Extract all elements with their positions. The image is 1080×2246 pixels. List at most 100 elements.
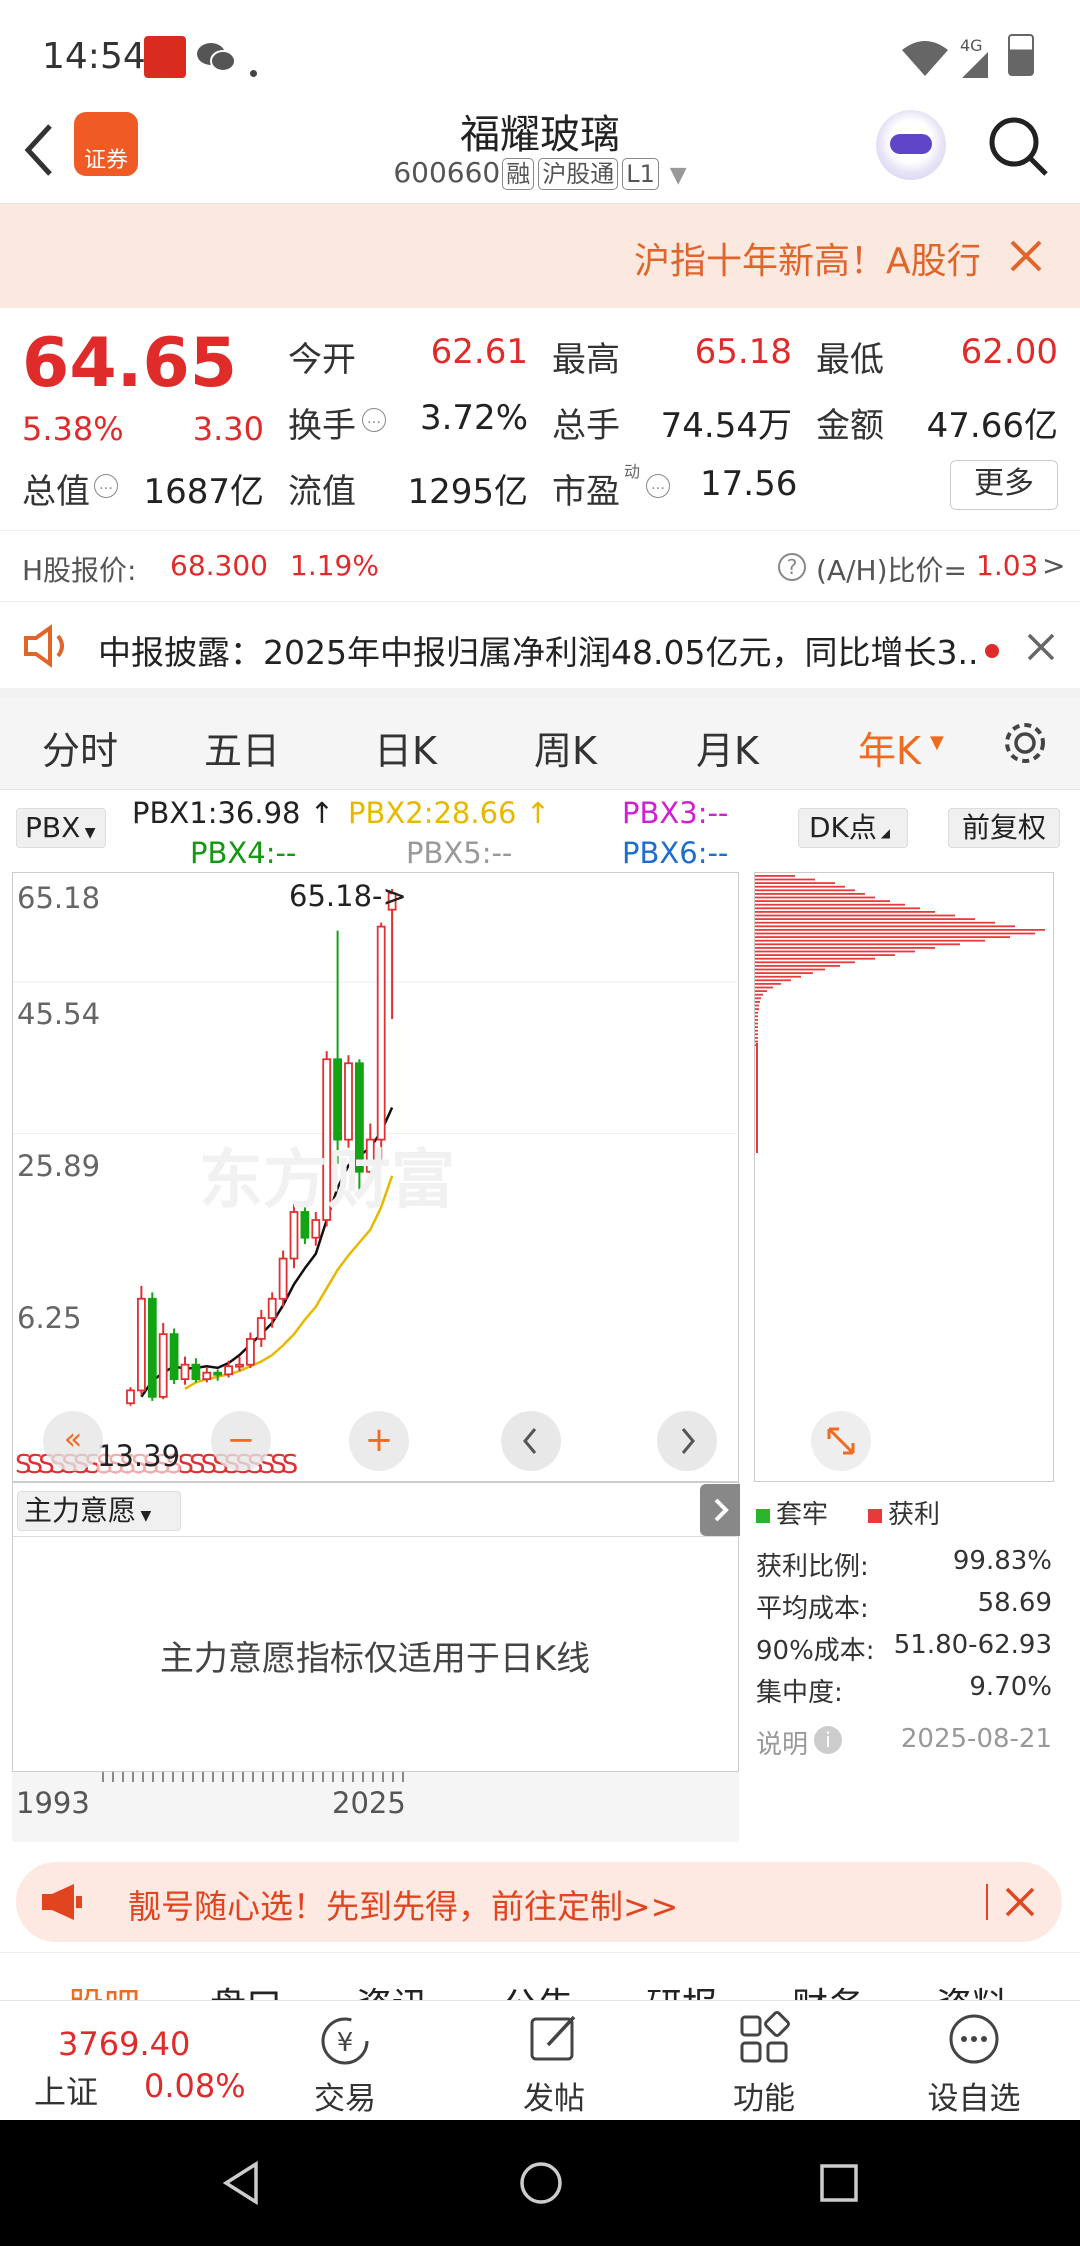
system-back-button[interactable] (216, 2158, 266, 2212)
candle-body (137, 1297, 146, 1392)
adjust-button[interactable]: 前复权 (948, 808, 1060, 848)
chip-bar (755, 921, 995, 924)
chip-note-label[interactable]: 说明 (756, 1724, 808, 1761)
banner-close-button[interactable] (1008, 238, 1044, 274)
chip-bar (755, 903, 905, 906)
tab-weekly-k[interactable]: 周K (534, 720, 597, 775)
svg-text:¥: ¥ (337, 2028, 354, 2058)
pbx3-value: PBX3:-- (622, 796, 729, 830)
index-ticker[interactable]: 3769.40 上证 0.08% (0, 2001, 270, 2121)
chip-distribution[interactable] (754, 872, 1054, 1482)
y-label-1: 65.18 (17, 881, 101, 915)
tab-yearly-k[interactable]: 年K (858, 720, 921, 775)
h-share-row[interactable]: H股报价: 68.300 1.19% ? (A/H)比价= 1.03 > (0, 530, 1080, 602)
chip-bar (755, 1004, 759, 1007)
candle-body (191, 1363, 201, 1381)
profit-ratio-label: 获利比例: (756, 1552, 869, 1582)
dk-marker: S (282, 1450, 299, 1479)
candle-body (333, 1058, 343, 1141)
indicator-selector[interactable]: PBX ▼ (16, 808, 106, 848)
triangle-back-icon (222, 2160, 258, 2206)
nav-trade[interactable]: ¥ 交易 (285, 2001, 405, 2121)
tab-five-day[interactable]: 五日 (204, 720, 280, 775)
nav-post[interactable]: 发帖 (494, 2001, 614, 2121)
content-tabs: 股吧 盘口 资讯 公告 研报 财务 资料 (0, 1952, 1080, 2002)
tab-profile[interactable]: 资料 (936, 1977, 1008, 2002)
candle-body (245, 1338, 255, 1366)
chevron-right-icon (714, 1498, 729, 1522)
info-icon[interactable]: … (94, 474, 118, 498)
caret-down-icon: ▼ (80, 825, 96, 841)
chip-bar (755, 932, 1035, 935)
ad-close-button[interactable] (1004, 1886, 1036, 1922)
promo-banner[interactable]: 沪指十年新高！A股行 (0, 204, 1080, 308)
tab-finance[interactable]: 财务 (792, 1977, 864, 2002)
candle-body (278, 1257, 288, 1300)
tab-intraday[interactable]: 分时 (42, 720, 118, 775)
x-axis: 1993 2025 (12, 1772, 739, 1842)
banner-text: 沪指十年新高！A股行 (634, 241, 979, 282)
zoom-in-button[interactable]: + (349, 1411, 409, 1471)
tab-daily-k[interactable]: 日K (374, 720, 437, 775)
info-icon[interactable]: i (814, 1726, 842, 1754)
legend-profit: 获利 (868, 1494, 940, 1531)
tab-research[interactable]: 研报 (646, 1977, 718, 2002)
corner-triangle-icon: ◢ (876, 826, 890, 840)
robot-assistant-button[interactable] (876, 110, 946, 180)
chip-bar (755, 986, 773, 989)
chip-bar (755, 990, 767, 992)
kline-chart[interactable]: SSSSSSSSSSSSSSSSSSSSSSSS 东方财富 65.18 45.5… (12, 872, 739, 1482)
bottom-nav: 3769.40 上证 0.08% ¥ 交易 发帖 功能 设自选 (0, 2000, 1080, 2120)
float-label: 流值 (288, 472, 356, 512)
chip-bar (755, 972, 813, 974)
fast-back-button[interactable]: « (43, 1411, 103, 1471)
chip-bar (755, 878, 815, 881)
unread-dot (985, 644, 999, 658)
nav-add-watchlist[interactable]: 设自选 (914, 2001, 1034, 2121)
chip-bar (755, 983, 781, 985)
mktcap-value: 1687亿 (143, 472, 264, 512)
ad-text: 靓号随心选！先到先得，前往定制>> (128, 1887, 679, 1926)
candle-body (158, 1333, 168, 1398)
more-button[interactable]: 更多 (950, 460, 1058, 510)
tab-announcement[interactable]: 公告 (502, 1977, 574, 2002)
legend-profit-label: 获利 (888, 1500, 941, 1530)
tab-pankou[interactable]: 盘口 (210, 1977, 282, 2002)
tab-news[interactable]: 资讯 (356, 1977, 428, 2002)
notice-close-button[interactable] (1026, 632, 1056, 666)
expand-button[interactable] (811, 1411, 871, 1471)
info-icon[interactable]: … (646, 474, 670, 498)
period-tabs: 分时 五日 日K 周K 月K 年K ▼ (0, 698, 1080, 790)
candle-body (169, 1333, 179, 1381)
info-icon[interactable]: … (362, 408, 386, 432)
chip-bar (755, 1022, 758, 1025)
tab-guba[interactable]: 股吧 (68, 1977, 140, 2002)
system-home-button[interactable] (516, 2158, 566, 2212)
sub-indicator-selector[interactable]: 主力意愿 ▼ (17, 1491, 181, 1531)
tag-level: L1 (622, 158, 659, 190)
scroll-right-button[interactable] (657, 1411, 717, 1471)
battery-icon (1008, 34, 1034, 76)
y-label-2: 45.54 (17, 997, 101, 1031)
volume-value: 74.54万 (660, 406, 792, 446)
zoom-out-button[interactable]: − (211, 1411, 271, 1471)
notice-bar[interactable]: 中报披露：2025年中报归属净利润48.05亿元，同比增长3.. (0, 602, 1080, 698)
nav-function[interactable]: 功能 (704, 2001, 824, 2121)
system-recents-button[interactable] (814, 2158, 864, 2212)
scroll-left-button[interactable] (501, 1411, 561, 1471)
tab-monthly-k[interactable]: 月K (696, 720, 759, 775)
dk-point-button[interactable]: DK点 ◢ (798, 808, 908, 848)
x-label-end: 2025 (332, 1786, 406, 1820)
ad-banner[interactable]: 靓号随心选！先到先得，前往定制>> (16, 1862, 1062, 1942)
chip-bar (755, 939, 985, 942)
chip-bar (755, 889, 855, 892)
sub-indicator-chart[interactable]: 主力意愿 ▼ 主力意愿指标仅适用于日K线 (12, 1482, 739, 1772)
collapse-panel-button[interactable] (700, 1484, 740, 1536)
pe-superscript: 动 (624, 462, 641, 481)
more-icon (949, 2014, 999, 2064)
settings-button[interactable] (1000, 718, 1050, 772)
search-button[interactable] (986, 114, 1050, 178)
ah-ratio-value: 1.03 (976, 549, 1039, 582)
stock-code: 600660 (393, 156, 501, 189)
help-icon[interactable]: ? (778, 553, 806, 581)
